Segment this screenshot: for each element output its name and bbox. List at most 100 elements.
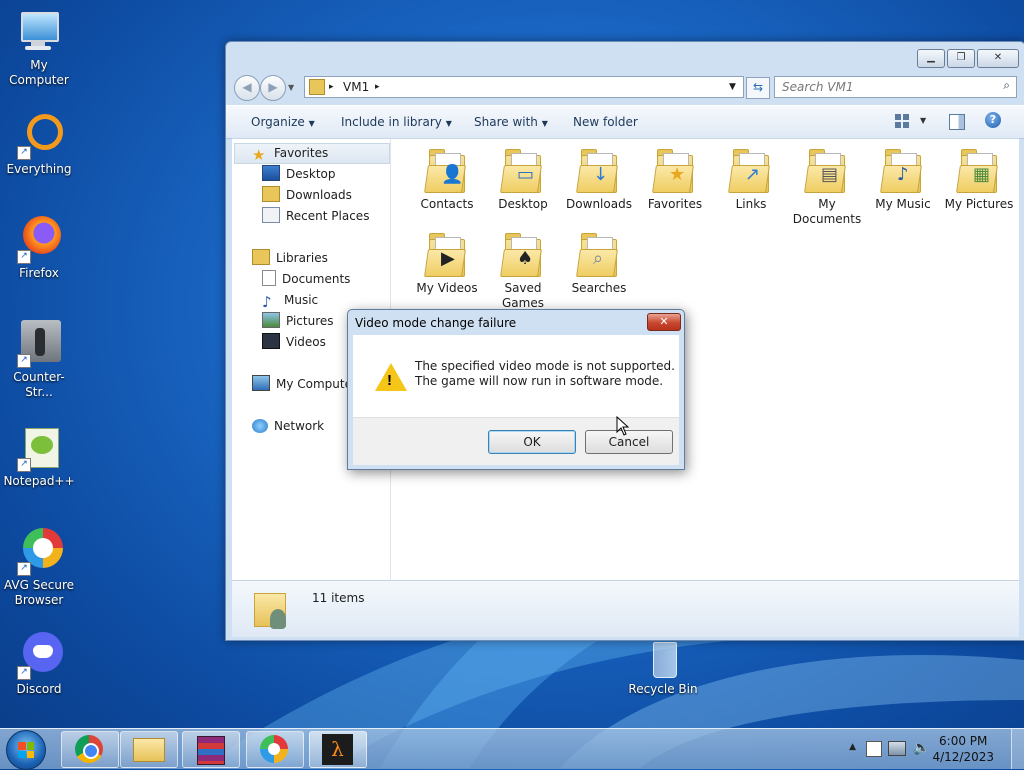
recycle-bin-icon (643, 640, 683, 680)
nav-recent-places[interactable]: Recent Places (262, 207, 369, 225)
folder-item-label: My Documents (792, 197, 862, 226)
show-desktop-button[interactable] (1011, 729, 1024, 769)
downloads-icon (262, 186, 280, 202)
view-dropdown-icon[interactable]: ▼ (920, 116, 926, 125)
winrar-icon (197, 736, 225, 765)
nav-downloads[interactable]: Downloads (262, 186, 352, 204)
forward-button[interactable]: ▶ (260, 75, 286, 101)
folder-item[interactable]: ♠ Saved Games (486, 229, 560, 311)
desktop-icon-label: Counter-Str... (13, 370, 65, 399)
breadcrumb-separator[interactable]: ▸ (375, 82, 380, 92)
desktop-icon-everything[interactable]: ↗ Everything (0, 112, 78, 177)
nav-label: Documents (282, 272, 351, 286)
mouse-cursor-icon (616, 416, 630, 436)
taskbar: λ ▲ 🔈 6:00 PM 4/12/2023 (0, 728, 1024, 770)
help-icon[interactable]: ? (985, 112, 1001, 128)
include-in-library-button[interactable]: Include in library ▼ (341, 115, 452, 129)
folder-item[interactable]: ♪ My Music (866, 145, 940, 212)
taskbar-explorer[interactable] (120, 731, 178, 768)
desktop-icon-recycle-bin[interactable]: Recycle Bin (624, 640, 702, 697)
avg-browser-icon: ↗ (15, 528, 63, 576)
clock-date: 4/12/2023 (932, 750, 994, 764)
view-options-icon[interactable] (895, 114, 909, 128)
explorer-icon (133, 738, 165, 762)
start-button[interactable] (6, 730, 46, 770)
nav-my-computer[interactable]: My Computer (252, 375, 357, 393)
desktop-icon-my-computer[interactable]: My Computer (0, 8, 78, 88)
folder-item-label: My Music (875, 197, 931, 211)
share-with-button[interactable]: Share with ▼ (474, 115, 548, 129)
folder-item-label: My Pictures (944, 197, 1014, 211)
desktop-icon-discord[interactable]: ↗ Discord (0, 632, 78, 697)
nav-videos[interactable]: Videos (262, 333, 326, 351)
shortcut-arrow-icon: ↗ (17, 458, 31, 472)
recent-pages-dropdown-icon[interactable]: ▼ (288, 83, 294, 92)
folder-item[interactable]: 👤 Contacts (410, 145, 484, 212)
taskbar-winrar[interactable] (182, 731, 240, 768)
saved-games-folder-icon: ♠ (499, 229, 547, 277)
close-window-button[interactable]: ✕ (977, 49, 1019, 68)
folder-item[interactable]: ▤ My Documents (790, 145, 864, 227)
preview-pane-icon[interactable] (949, 114, 965, 130)
clock[interactable]: 6:00 PM 4/12/2023 (932, 733, 994, 765)
folder-item-label: Favorites (647, 197, 703, 211)
taskbar-chrome[interactable] (61, 731, 119, 768)
new-folder-button[interactable]: New folder (573, 115, 638, 129)
share-with-label: Share with (474, 115, 538, 129)
nav-network[interactable]: Network (252, 417, 324, 435)
breadcrumb-vm1[interactable]: VM1 (343, 80, 369, 94)
nav-libraries[interactable]: Libraries (252, 249, 328, 267)
dialog-message: The specified video mode is not supporte… (415, 359, 675, 389)
nav-label: Network (274, 419, 325, 433)
folder-item[interactable]: ⌕ Searches (562, 229, 636, 296)
folder-user-icon (252, 587, 292, 631)
folder-item[interactable]: ★ Favorites (638, 145, 712, 212)
nav-music[interactable]: ♪ Music (262, 291, 318, 311)
dialog-footer: OK Cancel (353, 417, 679, 465)
shortcut-arrow-icon: ↗ (17, 666, 31, 680)
folder-item[interactable]: ↓ Downloads (562, 145, 636, 212)
address-dropdown-icon[interactable]: ▼ (729, 82, 736, 92)
downloads-folder-icon: ↓ (575, 145, 623, 193)
search-input[interactable]: Search VM1 ⌕ (774, 76, 1017, 98)
network-tray-icon[interactable] (888, 741, 906, 756)
shortcut-arrow-icon: ↗ (17, 562, 31, 576)
dialog-close-button[interactable]: ✕ (647, 313, 681, 331)
show-hidden-icons-button[interactable]: ▲ (849, 742, 856, 752)
maximize-button[interactable]: ❐ (947, 49, 975, 68)
organize-label: Organize (251, 115, 305, 129)
folder-item[interactable]: ▭ Desktop (486, 145, 560, 212)
folder-item[interactable]: ↗ Links (714, 145, 788, 212)
volume-icon[interactable]: 🔈 (913, 740, 930, 756)
action-center-icon[interactable] (866, 741, 882, 757)
back-button[interactable]: ◀ (234, 75, 260, 101)
shortcut-arrow-icon: ↗ (17, 354, 31, 368)
desktop-icon-firefox[interactable]: ↗ Firefox (0, 216, 78, 281)
dialog-body: ! The specified video mode is not suppor… (353, 335, 679, 417)
ok-button[interactable]: OK (488, 430, 576, 454)
desktop-icon-avg-browser[interactable]: ↗ AVG Secure Browser (0, 528, 78, 608)
breadcrumb-separator[interactable]: ▸ (329, 82, 334, 92)
nav-pictures[interactable]: Pictures (262, 312, 334, 330)
refresh-icon[interactable]: ⇆ (746, 77, 770, 99)
folder-item-label: My Videos (416, 281, 478, 295)
minimize-button[interactable]: ▁ (917, 49, 945, 68)
desktop-icon-counter-strike[interactable]: ↗ Counter-Str... (0, 320, 78, 400)
nav-documents[interactable]: Documents (262, 270, 350, 288)
include-in-library-label: Include in library (341, 115, 442, 129)
folder-item[interactable]: ▦ My Pictures (942, 145, 1016, 212)
organize-button[interactable]: Organize ▼ (251, 115, 315, 129)
desktop-icon-notepad-plus-plus[interactable]: ↗ Notepad++ (0, 424, 78, 489)
nav-label: Downloads (286, 188, 352, 202)
desktop-icon-label: AVG Secure Browser (3, 578, 75, 607)
address-bar[interactable]: ▸ VM1 ▸ ▼ (304, 76, 744, 98)
counter-strike-icon: ↗ (15, 320, 63, 368)
error-dialog[interactable]: Video mode change failure ✕ ! The specif… (347, 309, 685, 470)
pictures-icon (262, 312, 280, 328)
nav-desktop[interactable]: Desktop (262, 165, 336, 183)
taskbar-avg-browser[interactable] (246, 731, 304, 768)
everything-icon: ↗ (15, 112, 63, 160)
nav-favorites[interactable]: ★ Favorites (252, 144, 328, 164)
taskbar-half-life[interactable]: λ (309, 731, 367, 768)
folder-item[interactable]: ▶ My Videos (410, 229, 484, 296)
